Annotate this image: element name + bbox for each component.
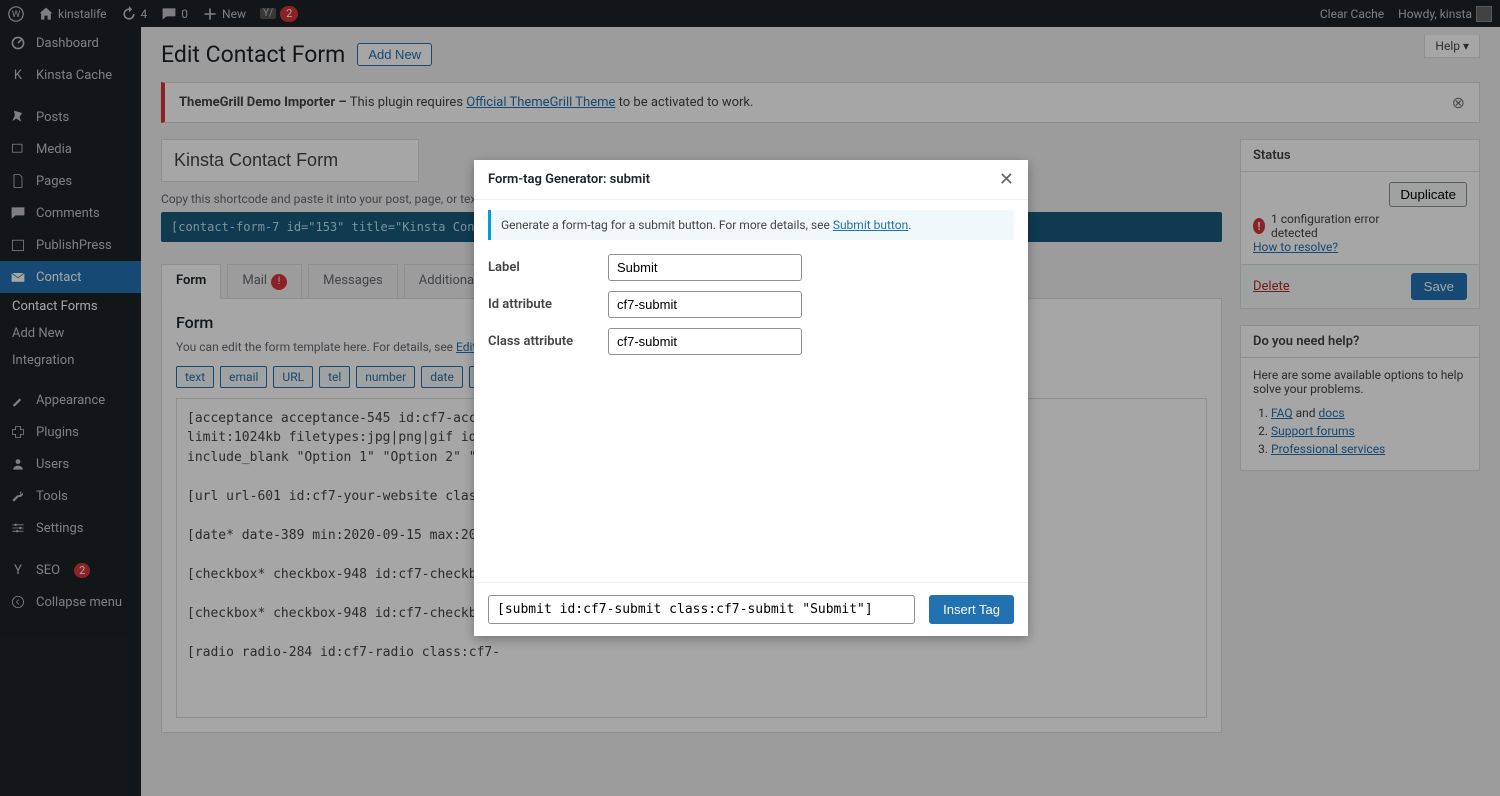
modal-info-text: Generate a form-tag for a submit button.… [501, 218, 833, 232]
class-label: Class attribute [488, 334, 608, 349]
submit-button-doc-link[interactable]: Submit button [833, 218, 908, 232]
class-input[interactable] [608, 328, 802, 355]
modal-title: Form-tag Generator: submit [488, 172, 650, 187]
modal-info: Generate a form-tag for a submit button.… [488, 210, 1014, 240]
insert-tag-button[interactable]: Insert Tag [929, 595, 1014, 624]
label-label: Label [488, 260, 608, 275]
label-input[interactable] [608, 254, 802, 281]
close-icon[interactable]: ✕ [999, 169, 1014, 190]
form-tag-modal: Form-tag Generator: submit ✕ Generate a … [474, 160, 1028, 636]
id-label: Id attribute [488, 297, 608, 312]
id-input[interactable] [608, 291, 802, 318]
generated-tag-input[interactable] [488, 595, 915, 624]
